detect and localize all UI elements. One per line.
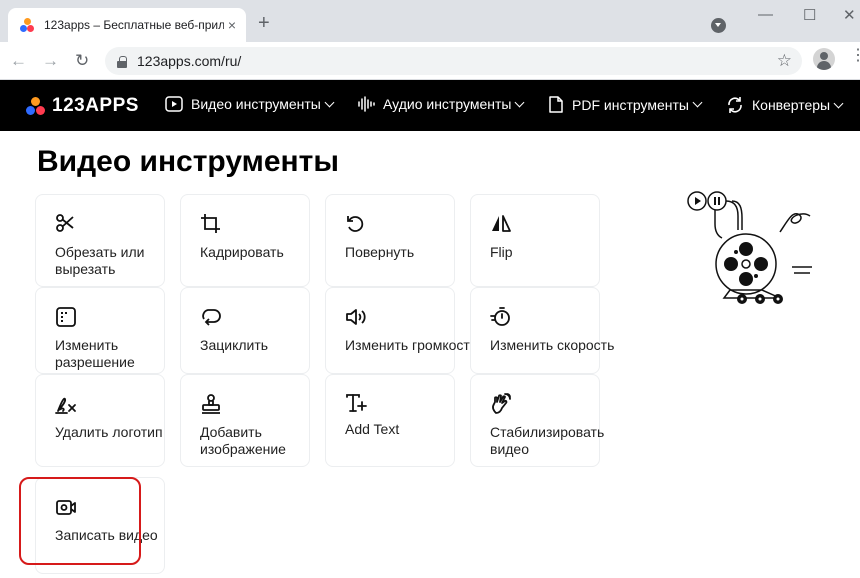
tool-label: Add Text [345,421,400,437]
pdf-document-icon [549,96,563,113]
convert-icon [728,97,742,113]
tool-label: Кадрировать [200,244,284,260]
browser-tab[interactable]: 123apps – Бесплатные веб-приложения × [8,8,246,42]
tab-close-icon[interactable]: × [228,17,236,33]
tab-search-icon[interactable] [711,18,726,33]
tool-label: Стабилизировать видео [490,424,605,457]
lock-icon[interactable] [117,55,127,68]
profile-avatar-icon[interactable] [813,48,835,70]
chevron-down-icon [692,97,703,108]
logo-icon [26,96,46,116]
volume-icon [346,309,366,325]
address-bar[interactable]: 123apps.com/ru/ ☆ [105,47,802,75]
back-button[interactable]: ← [10,51,27,71]
tool-label: Удалить логотип [55,424,163,440]
remove-logo-icon [55,397,76,414]
chevron-down-icon [833,98,844,108]
speed-icon [490,307,510,326]
tool-label: Обрезать или вырезать [55,244,145,277]
tool-label: Изменить разрешение [55,337,135,370]
tool-card-add-text[interactable]: Add Text [325,374,455,467]
rotate-icon [347,216,364,232]
browser-menu-icon[interactable]: ⋮ [850,48,860,64]
tool-label: Flip [490,244,513,260]
tool-card-crop[interactable]: Кадрировать [180,194,310,287]
logo-text: 123APPS [52,95,139,116]
tool-card-add-image[interactable]: Добавить изображение [180,374,310,467]
tool-card-volume[interactable]: Изменить громкость [325,287,477,374]
tool-card-trim[interactable]: Обрезать или вырезать [35,194,165,287]
chevron-down-icon [514,97,525,107]
tool-card-remove-logo[interactable]: Удалить логотип [35,374,165,467]
close-window-button[interactable]: ✕ [843,6,856,24]
bookmark-star-icon[interactable]: ☆ [777,51,792,71]
nav-converters-label: Конвертеры [752,97,831,113]
flip-icon [492,215,511,232]
minimize-button[interactable]: — [758,6,773,23]
tool-label: Изменить громкость [345,337,478,353]
reload-button[interactable]: ↻ [75,51,89,71]
film-reel-mascot-illustration [687,191,812,304]
tool-card-resolution[interactable]: Изменить разрешение [35,287,165,374]
stabilize-icon [492,393,511,414]
add-text-icon [346,394,367,412]
site-logo[interactable]: 123APPS [26,95,139,117]
nav-video-tools[interactable]: Видео инструменты [165,96,335,112]
resolution-icon [56,307,76,327]
nav-pdf-tools[interactable]: PDF инструменты [548,96,703,113]
favicon-icon [20,17,36,33]
tool-label: Изменить скорость [490,337,615,353]
chevron-down-icon [324,97,335,107]
tool-card-loop[interactable]: Зациклить [180,287,310,374]
browser-titlebar: 123apps – Бесплатные веб-приложения × + … [0,0,860,42]
tool-label: Зациклить [200,337,269,353]
loop-icon [202,309,221,326]
maximize-button[interactable]: ☐ [803,6,816,24]
url-text: 123apps.com/ru/ [137,53,242,69]
nav-audio-tools[interactable]: Аудио инструменты [357,96,525,112]
crop-icon [201,214,220,233]
tool-label: Добавить изображение [200,424,286,457]
tool-card-rotate[interactable]: Повернуть [325,194,455,287]
new-tab-button[interactable]: + [258,13,270,33]
nav-video-label: Видео инструменты [191,96,321,112]
tab-title: 123apps – Бесплатные веб-приложения [44,18,224,32]
scissors-icon [56,214,74,232]
tool-card-stabilize[interactable]: Стабилизировать видео [470,374,604,467]
tool-card-speed[interactable]: Изменить скорость [470,287,614,374]
nav-converters[interactable]: Конвертеры [726,96,844,114]
forward-button[interactable]: → [42,51,59,71]
site-navbar: 123APPS Видео инструменты Аудио инструме… [0,80,860,131]
page-title: Видео инструменты [37,145,339,178]
nav-audio-label: Аудио инструменты [383,96,512,112]
video-play-icon [165,96,183,112]
nav-pdf-label: PDF инструменты [572,96,689,113]
browser-toolbar: ← → ↻ 123apps.com/ru/ ☆ [0,42,860,80]
tool-label: Повернуть [345,244,415,260]
tool-card-flip[interactable]: Flip [470,194,600,287]
stamp-icon [202,394,220,414]
audio-wave-icon [358,96,375,112]
record-video-highlight [19,477,141,565]
